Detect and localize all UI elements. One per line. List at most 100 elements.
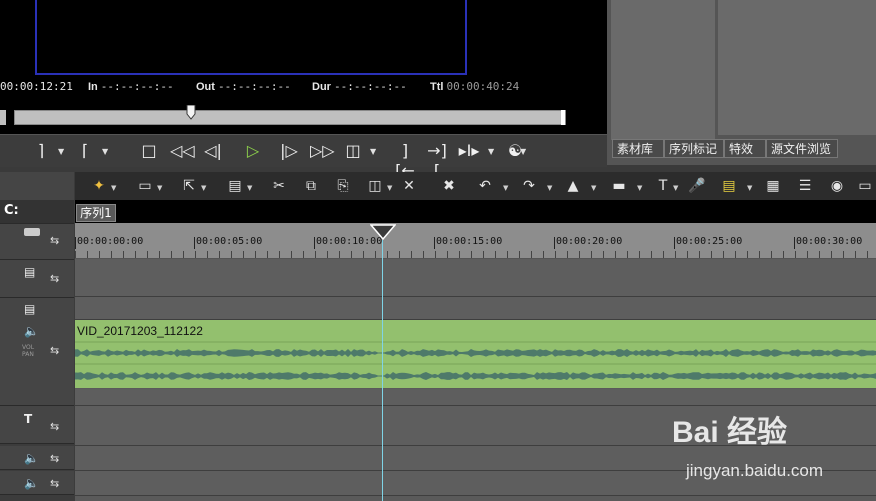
track-header-title[interactable]: T ⇆ [0, 406, 74, 444]
undo-icon[interactable]: ↶ [475, 176, 495, 196]
duration-readout: Dur --:--:--:-- [312, 80, 407, 93]
bin-content-pane[interactable] [718, 0, 876, 135]
play-icon[interactable]: ▷ [242, 141, 264, 161]
sync-icon[interactable]: ⇆ [50, 272, 59, 285]
ruler-label: 00:00:20:00 [556, 236, 623, 247]
chevron-down-icon[interactable]: ▼ [102, 147, 108, 156]
playhead-line[interactable] [382, 240, 383, 501]
chevron-down-icon[interactable]: ▼ [637, 184, 642, 192]
chevron-down-icon[interactable]: ▼ [520, 147, 526, 156]
grid-icon[interactable]: ▦ [763, 176, 783, 196]
ttl-value: 00:00:40:24 [446, 80, 520, 93]
tab-sequence-1[interactable]: 序列1 [76, 204, 116, 222]
chevron-down-icon[interactable]: ▼ [673, 184, 678, 192]
chevron-down-icon[interactable]: ▼ [747, 184, 752, 192]
chevron-down-icon[interactable]: ▼ [503, 184, 508, 192]
baidu-watermark-logo: Bai 经验 jingyan.baidu.com [672, 415, 823, 480]
speaker-icon[interactable]: 🔈 [24, 324, 39, 338]
time-ruler[interactable]: 00:00:00:00 00:00:05:00 00:00:10:00 00:0… [75, 223, 876, 259]
rewind-icon[interactable]: ◁◁ [170, 141, 195, 161]
scrub-bar[interactable] [14, 110, 566, 125]
fade-icon[interactable]: ▲ [563, 176, 583, 196]
track-header-audio-1[interactable]: 🔈 ⇆ [0, 446, 74, 470]
scrub-handle[interactable] [186, 105, 196, 121]
watermark-brand: Bai 经验 [672, 415, 787, 449]
in-value: --:--:--:-- [100, 80, 174, 93]
sync-icon[interactable]: ⇆ [50, 344, 59, 357]
ruler-label: 00:00:05:00 [196, 236, 263, 247]
timeline-toolbar: ✦ ▼ ▭ ▼ ⇱ ▼ ▤ ▼ ✂ ⧉ ⎘ ◫ ▼ ✕ ✖ ↶ ▼ ↷ ▼ ▲ … [75, 172, 876, 200]
chevron-down-icon[interactable]: ▼ [387, 184, 392, 192]
tab-sequence-markers[interactable]: 序列标记 [664, 139, 724, 158]
microphone-icon[interactable]: 🎤 [687, 176, 707, 196]
color-icon[interactable]: ◉ [827, 176, 847, 196]
video-track-icon[interactable]: ▤ [24, 265, 35, 279]
chevron-down-icon[interactable]: ▼ [58, 147, 64, 156]
track-header-av-1[interactable]: ▤ 🔈 VOL PAN ⇆ [0, 298, 74, 406]
new-icon[interactable]: ▭ [135, 176, 155, 196]
timeline-mode-icon[interactable]: C: [4, 203, 19, 218]
title-track-icon[interactable]: T [24, 412, 32, 426]
speaker-icon[interactable]: 🔈 [24, 451, 39, 465]
speaker-icon[interactable]: 🔈 [24, 476, 39, 490]
chevron-down-icon[interactable]: ▼ [247, 184, 252, 192]
tab-source-browser[interactable]: 源文件浏览 [766, 139, 838, 158]
export-icon[interactable]: ⇱ [179, 176, 199, 196]
ruler-major-tick [554, 237, 555, 249]
vol-pan-icon[interactable]: VOL PAN [22, 344, 34, 358]
paste-icon[interactable]: ⎘ [333, 176, 353, 196]
bin-tab-bar: 素材库 序列标记 特效 源文件浏览 [612, 139, 876, 159]
chevron-down-icon[interactable]: ▼ [547, 184, 552, 192]
video-track-icon[interactable]: ▤ [24, 302, 35, 316]
chevron-down-icon[interactable]: ▼ [488, 147, 494, 156]
video-track-1[interactable] [75, 259, 876, 297]
render-icon[interactable]: ▤ [719, 176, 739, 196]
ruler-major-tick [794, 237, 795, 249]
sync-icon[interactable]: ⇆ [50, 477, 59, 490]
razor-icon[interactable]: ✦ [89, 176, 109, 196]
stop-icon[interactable]: □ [138, 141, 160, 161]
copy-icon[interactable]: ⧉ [301, 176, 321, 196]
chevron-down-icon[interactable]: ▼ [591, 184, 596, 192]
insert-icon[interactable]: ▸I▸ [458, 141, 480, 161]
goto-in-icon[interactable]: ][← [394, 141, 416, 180]
fast-forward-icon[interactable]: ▷▷ [310, 141, 335, 161]
tab-effects[interactable]: 特效 [724, 139, 766, 158]
redo-icon[interactable]: ↷ [519, 176, 539, 196]
sync-icon[interactable]: ⇆ [50, 234, 59, 247]
step-back-icon[interactable]: ◁| [202, 141, 224, 161]
mark-out-icon[interactable]: ⌈ [74, 141, 96, 161]
chevron-down-icon[interactable]: ▼ [201, 184, 206, 192]
bin-folder-pane[interactable] [611, 0, 715, 140]
sync-icon[interactable]: ⇆ [50, 420, 59, 433]
track-header-audio-2[interactable]: 🔈 ⇆ [0, 471, 74, 495]
link-icon[interactable]: ◫ [365, 176, 385, 196]
transport-bar: ⌉ ▼ ⌈ ▼ □ ◁◁ ◁| ▷ |▷ ▷▷ ◫ ▼ ][← →][ ▸I▸ … [0, 134, 607, 180]
loop-icon[interactable]: ◫ [342, 141, 364, 161]
mark-in-icon[interactable]: ⌉ [30, 141, 52, 161]
ruler-label: 00:00:00:00 [77, 236, 144, 247]
window-icon[interactable]: ▭ [855, 176, 875, 196]
save-icon[interactable]: ▤ [225, 176, 245, 196]
chevron-down-icon[interactable]: ▼ [370, 147, 376, 156]
goto-out-icon[interactable]: →][ [426, 141, 448, 180]
dur-label: Dur [312, 81, 331, 93]
tab-asset-library[interactable]: 素材库 [612, 139, 664, 158]
in-label: In [88, 81, 98, 93]
mixer-icon[interactable]: ☰ [795, 176, 815, 196]
chevron-down-icon[interactable]: ▼ [157, 184, 162, 192]
expand-slider-icon[interactable] [24, 228, 40, 236]
chevron-down-icon[interactable]: ▼ [111, 184, 116, 192]
film-icon[interactable]: ▬ [609, 176, 629, 196]
sync-icon[interactable]: ⇆ [50, 452, 59, 465]
video-frame[interactable] [35, 0, 467, 75]
playhead-marker[interactable] [370, 224, 396, 240]
step-forward-icon[interactable]: |▷ [278, 141, 300, 161]
cut-icon[interactable]: ✂ [269, 176, 289, 196]
av-track-video-lane[interactable] [75, 297, 876, 320]
ttl-label: Ttl [430, 81, 444, 93]
title-icon[interactable]: T [653, 176, 673, 196]
trim-icon[interactable]: ✖ [439, 176, 459, 196]
track-header-video-1[interactable]: ▤ ⇆ [0, 260, 74, 298]
split-icon[interactable]: ✕ [399, 176, 419, 196]
